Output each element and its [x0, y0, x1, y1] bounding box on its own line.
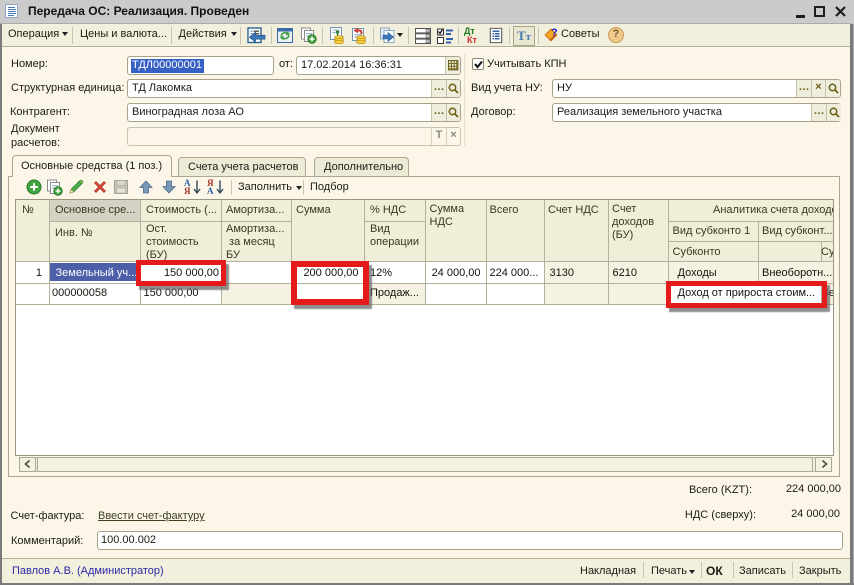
svg-text:?: ? [551, 27, 558, 39]
